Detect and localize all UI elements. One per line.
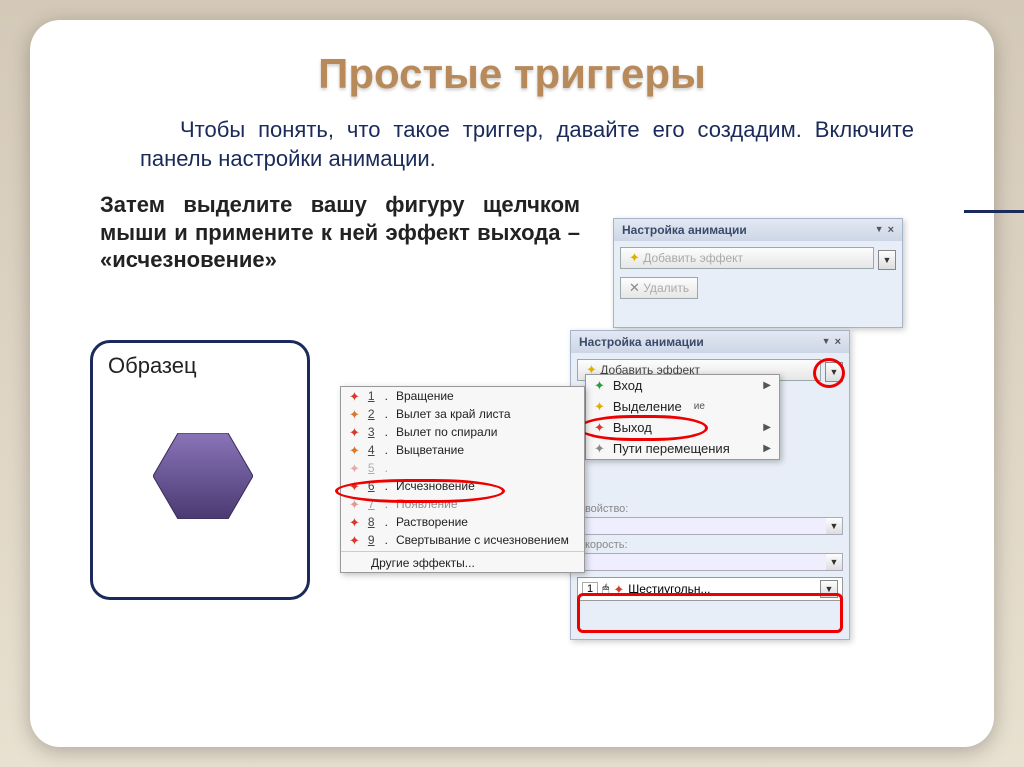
- arrow-indicator: [964, 210, 1024, 213]
- effect-item-1[interactable]: ✦ 1. Вращение: [341, 387, 584, 405]
- panel-header[interactable]: Настройка анимации ▼ ×: [614, 219, 902, 241]
- property-label: Свойство:: [577, 503, 843, 515]
- object-name: Шестиугольн...: [628, 582, 710, 596]
- chevron-down-icon: ▼: [826, 518, 842, 534]
- star-icon: ✦: [349, 426, 360, 439]
- x-star-icon: ✕: [629, 281, 640, 294]
- paragraph-1: Чтобы понять, что такое триггер, давайте…: [140, 116, 914, 173]
- chevron-right-icon: ▶: [763, 422, 771, 433]
- submenu-exit[interactable]: ✦ Выход ▶: [586, 417, 779, 438]
- dropdown-icon[interactable]: ▼: [875, 224, 884, 236]
- chevron-right-icon: ▶: [763, 380, 771, 391]
- dropdown-arrow-icon[interactable]: ▼: [825, 362, 843, 382]
- object-entry[interactable]: 1 🖱 ✦ Шестиугольн... ▼: [577, 577, 843, 601]
- effect-item-4[interactable]: ✦ 4. Выцветание: [341, 441, 584, 459]
- sample-box: Образец: [90, 340, 310, 600]
- submenu-entry[interactable]: ✦ Вход ▶: [586, 375, 779, 396]
- star-icon: ✦: [629, 251, 640, 264]
- mouse-icon: 🖱: [602, 582, 609, 597]
- close-icon[interactable]: ×: [888, 224, 894, 236]
- panel-title-front: Настройка анимации: [579, 335, 704, 349]
- star-icon: ✦: [349, 462, 360, 475]
- star-icon: ✦: [349, 444, 360, 457]
- animation-panel-back: Настройка анимации ▼ × ✦ Добавить эффект…: [613, 218, 903, 328]
- exit-star-icon: ✦: [594, 421, 605, 434]
- effect-star-icon: ✦: [613, 583, 624, 596]
- effect-item-6[interactable]: ✦ 6. Исчезновение: [341, 477, 584, 495]
- close-icon[interactable]: ×: [835, 336, 841, 348]
- effect-other[interactable]: Другие эффекты...: [341, 551, 584, 572]
- paragraph-2: Затем выделите вашу фигуру щелчком мыши …: [100, 191, 580, 274]
- sample-label: Образец: [108, 353, 292, 379]
- emphasis-star-icon: ✦: [594, 400, 605, 413]
- speed-label: Скорость:: [577, 539, 843, 551]
- property-field[interactable]: ▼: [577, 517, 843, 535]
- star-icon: ✦: [349, 498, 360, 511]
- chevron-down-icon[interactable]: ▼: [820, 580, 838, 598]
- effect-item-7[interactable]: ✦ 7. Появление: [341, 495, 584, 513]
- hexagon-shape[interactable]: [153, 433, 253, 519]
- motion-star-icon: ✦: [594, 442, 605, 455]
- star-icon: ✦: [349, 534, 360, 547]
- effect-item-3[interactable]: ✦ 3. Вылет по спирали: [341, 423, 584, 441]
- effect-item-5[interactable]: ✦ 5.: [341, 459, 584, 477]
- chevron-down-icon: ▼: [826, 554, 842, 570]
- star-icon: ✦: [349, 480, 360, 493]
- dropdown-arrow-icon: ▼: [878, 250, 896, 270]
- star-icon: ✦: [349, 390, 360, 403]
- add-effect-button-disabled: ✦ Добавить эффект: [620, 247, 874, 269]
- submenu-motion[interactable]: ✦ Пути перемещения ▶: [586, 438, 779, 459]
- submenu-emphasis[interactable]: ✦ Выделение ие: [586, 396, 779, 417]
- effect-item-2[interactable]: ✦ 2. Вылет за край листа: [341, 405, 584, 423]
- effect-type-submenu: ✦ Вход ▶ ✦ Выделение ие ✦ Выход ▶ ✦ Пути…: [585, 374, 780, 460]
- effects-list-menu: ✦ 1. Вращение ✦ 2. Вылет за край листа ✦…: [340, 386, 585, 573]
- panel-title: Настройка анимации: [622, 223, 747, 237]
- chevron-right-icon: ▶: [763, 443, 771, 454]
- slide-card: Простые триггеры Чтобы понять, что такое…: [30, 20, 994, 747]
- star-icon: ✦: [349, 408, 360, 421]
- slide-title: Простые триггеры: [80, 50, 944, 98]
- effect-item-9[interactable]: ✦ 9. Свертывание с исчезновением: [341, 531, 584, 549]
- star-icon: ✦: [349, 516, 360, 529]
- panel-header-front[interactable]: Настройка анимации ▼ ×: [571, 331, 849, 353]
- remove-button-disabled: ✕ Удалить: [620, 277, 698, 299]
- speed-field[interactable]: ▼: [577, 553, 843, 571]
- object-number: 1: [582, 582, 598, 596]
- entry-star-icon: ✦: [594, 379, 605, 392]
- effect-item-8[interactable]: ✦ 8. Растворение: [341, 513, 584, 531]
- dropdown-icon[interactable]: ▼: [822, 336, 831, 348]
